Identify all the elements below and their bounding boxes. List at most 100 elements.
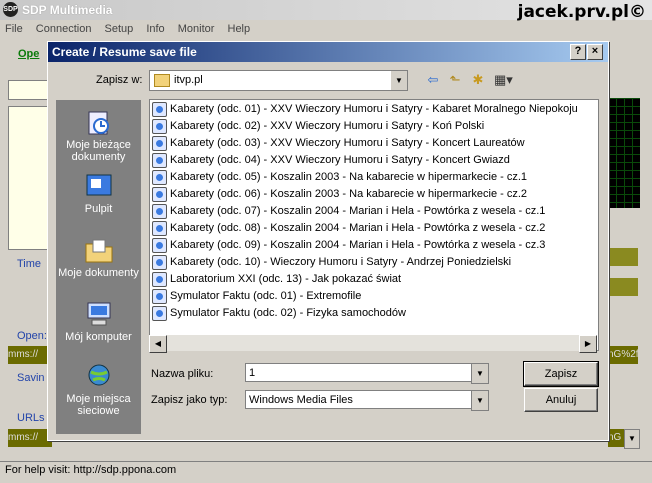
open-url-field[interactable]: mms:// (8, 346, 52, 364)
open-url-field-end[interactable]: nG%2fY (608, 346, 638, 364)
urls-field[interactable]: mms:// (8, 429, 52, 447)
saving-label: Savin (17, 372, 45, 384)
watermark: jacek.prv.pl© (517, 2, 646, 22)
tab-open[interactable]: Ope (18, 48, 50, 66)
place-documents[interactable]: Moje dokumenty (56, 236, 141, 279)
media-file-icon (152, 101, 167, 117)
dialog-titlebar: Create / Resume save file ? × (48, 42, 608, 62)
chevron-down-icon[interactable]: ▼ (471, 390, 489, 411)
save-in-value: itvp.pl (174, 74, 203, 86)
list-item[interactable]: Kabarety (odc. 09) - Koszalin 2004 - Mar… (152, 237, 545, 253)
file-name: Kabarety (odc. 05) - Koszalin 2003 - Na … (170, 171, 528, 183)
up-folder-icon[interactable]: ⬑ (446, 72, 464, 88)
horizontal-scrollbar[interactable]: ◀ ▶ (149, 335, 597, 353)
media-file-icon (152, 220, 167, 236)
list-item[interactable]: Kabarety (odc. 04) - XXV Wieczory Humoru… (152, 152, 510, 168)
my-documents-icon (85, 239, 112, 263)
chevron-down-icon[interactable]: ▼ (624, 429, 640, 449)
filetype-label: Zapisz jako typ: (151, 394, 228, 406)
media-file-icon (152, 305, 167, 321)
file-name: Kabarety (odc. 08) - Koszalin 2004 - Mar… (170, 222, 546, 234)
place-label: Pulpit (84, 203, 113, 215)
media-file-icon (152, 271, 167, 287)
view-menu-icon[interactable]: ▦▾ (494, 72, 513, 88)
back-arrow-icon[interactable]: ⇦ (424, 72, 442, 88)
status-indicator (608, 248, 638, 266)
list-item[interactable]: Kabarety (odc. 03) - XXV Wieczory Humoru… (152, 135, 525, 151)
save-in-combo[interactable]: itvp.pl ▼ (149, 70, 408, 91)
media-file-icon (152, 186, 167, 202)
media-file-icon (152, 169, 167, 185)
list-item[interactable]: Kabarety (odc. 01) - XXV Wieczory Humoru… (152, 101, 578, 117)
close-button[interactable]: × (587, 44, 603, 60)
file-name: Kabarety (odc. 09) - Koszalin 2004 - Mar… (170, 239, 546, 251)
status-text: For help visit: http://sdp.ppona.com (5, 464, 177, 476)
list-item[interactable]: Kabarety (odc. 10) - Wieczory Humoru i S… (152, 254, 511, 270)
cancel-button[interactable]: Anuluj (524, 388, 598, 412)
app-title: SDP Multimedia (22, 3, 113, 17)
file-name: Kabarety (odc. 02) - XXV Wieczory Humoru… (170, 120, 485, 132)
place-computer[interactable]: Mój komputer (56, 300, 141, 343)
menubar: File Connection Setup Info Monitor Help (0, 21, 652, 39)
file-name: Kabarety (odc. 04) - XXV Wieczory Humoru… (170, 154, 510, 166)
file-name: Symulator Faktu (odc. 02) - Fizyka samoc… (170, 307, 406, 319)
menu-help[interactable]: Help (223, 21, 256, 37)
media-file-icon (152, 288, 167, 304)
chevron-down-icon[interactable]: ▼ (471, 363, 489, 384)
file-name: Kabarety (odc. 07) - Koszalin 2004 - Mar… (170, 205, 546, 217)
list-item[interactable]: Symulator Faktu (odc. 01) - Extremofile (152, 288, 361, 304)
place-label: Moje bieżące dokumenty (66, 139, 131, 163)
filename-input[interactable]: 1 (245, 363, 485, 382)
open-label: Open: (17, 330, 47, 342)
list-item[interactable]: Kabarety (odc. 05) - Koszalin 2003 - Na … (152, 169, 527, 185)
place-recent[interactable]: Moje bieżące dokumenty (56, 108, 141, 163)
list-item[interactable]: Kabarety (odc. 08) - Koszalin 2004 - Mar… (152, 220, 545, 236)
time-label: Time (17, 258, 42, 270)
list-item[interactable]: Laboratorium XXI (odc. 13) - Jak pokazać… (152, 271, 401, 287)
file-name: Kabarety (odc. 01) - XXV Wieczory Humoru… (170, 103, 578, 115)
media-file-icon (152, 203, 167, 219)
place-label: Mój komputer (65, 331, 132, 343)
file-name: Symulator Faktu (odc. 01) - Extremofile (170, 290, 362, 302)
file-list[interactable]: Kabarety (odc. 01) - XXV Wieczory Humoru… (149, 99, 599, 351)
place-label: Moje miejsca sieciowe (66, 393, 131, 417)
place-label: Moje dokumenty (58, 267, 139, 279)
menu-file[interactable]: File (0, 21, 28, 37)
file-name: Kabarety (odc. 06) - Koszalin 2003 - Na … (170, 188, 528, 200)
app-logo-icon: SDP (3, 2, 18, 17)
filetype-select[interactable]: Windows Media Files (245, 390, 485, 409)
menu-connection[interactable]: Connection (31, 21, 97, 37)
menu-monitor[interactable]: Monitor (173, 21, 220, 37)
media-file-icon (152, 152, 167, 168)
save-in-label: Zapisz w: (96, 74, 143, 86)
list-item[interactable]: Symulator Faktu (odc. 02) - Fizyka samoc… (152, 305, 406, 321)
scroll-right-icon[interactable]: ▶ (579, 335, 597, 353)
chevron-down-icon[interactable]: ▼ (390, 71, 407, 90)
list-item[interactable]: Kabarety (odc. 07) - Koszalin 2004 - Mar… (152, 203, 545, 219)
recent-documents-icon (88, 111, 109, 135)
media-file-icon (152, 237, 167, 253)
file-name: Kabarety (odc. 10) - Wieczory Humoru i S… (170, 256, 512, 268)
file-name: Laboratorium XXI (odc. 13) - Jak pokazać… (170, 273, 402, 285)
new-folder-icon[interactable]: ✱ (469, 72, 487, 88)
filename-label: Nazwa pliku: (151, 368, 214, 380)
menu-info[interactable]: Info (141, 21, 169, 37)
file-name: Kabarety (odc. 03) - XXV Wieczory Humoru… (170, 137, 525, 149)
my-computer-icon (87, 302, 110, 326)
list-item[interactable]: Kabarety (odc. 02) - XXV Wieczory Humoru… (152, 118, 484, 134)
media-file-icon (152, 135, 167, 151)
signal-monitor (608, 98, 640, 208)
scroll-left-icon[interactable]: ◀ (149, 335, 167, 353)
place-desktop[interactable]: Pulpit (56, 172, 141, 215)
help-button[interactable]: ? (570, 44, 586, 60)
place-network[interactable]: Moje miejsca sieciowe (56, 362, 141, 417)
places-bar: Moje bieżące dokumenty Pulpit Moje dokum… (56, 100, 141, 434)
list-item[interactable]: Kabarety (odc. 06) - Koszalin 2003 - Na … (152, 186, 527, 202)
menu-setup[interactable]: Setup (100, 21, 139, 37)
dialog-title: Create / Resume save file (52, 45, 197, 59)
status-indicator (608, 278, 638, 296)
media-file-icon (152, 254, 167, 270)
network-places-icon (88, 364, 109, 386)
desktop-icon (86, 174, 111, 196)
save-button[interactable]: Zapisz (523, 361, 599, 387)
